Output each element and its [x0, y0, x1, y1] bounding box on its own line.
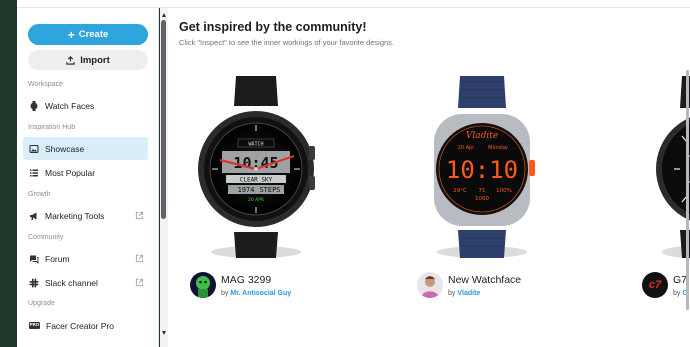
- plus-icon: +: [67, 27, 75, 42]
- avatar[interactable]: [190, 272, 216, 298]
- watch-face-pct: 71: [479, 188, 486, 194]
- watch-face-brand: Vladite: [466, 131, 498, 141]
- megaphone-icon: [29, 211, 39, 221]
- upload-icon: [66, 55, 75, 65]
- watchface-card[interactable]: WATCH 10:45 CLEAR SKY 1974 STEPS 20 APR …: [190, 76, 360, 346]
- sidebar-item-showcase[interactable]: Showcase: [23, 137, 148, 160]
- by-label: by: [673, 289, 681, 297]
- sidebar: + Create Import Workspace Watch Faces In…: [17, 8, 159, 347]
- sidebar-item-label: Marketing Tools: [45, 210, 105, 221]
- watch-face-steps-label: STEPS: [259, 186, 280, 194]
- top-bar: [17, 0, 690, 8]
- sidebar-item-marketing-tools[interactable]: Marketing Tools: [23, 204, 148, 227]
- watch-face-steps-count: 1974: [238, 186, 255, 194]
- create-button[interactable]: + Create: [28, 24, 148, 45]
- watch-preview-image[interactable]: WATCH 10:45 CLEAR SKY 1974 STEPS 20 APR: [196, 76, 316, 262]
- watchface-card[interactable]: Vladite 20 Apr Monday 10:10 29°C 71 100%…: [417, 76, 587, 346]
- sidebar-scrollbar[interactable]: [160, 8, 168, 347]
- watch-face-steps: 1000: [475, 196, 489, 202]
- scroll-up-arrow-icon[interactable]: [162, 13, 166, 17]
- sidebar-item-label: Watch Faces: [45, 100, 95, 111]
- author-line: by Mr. Antisocial Guy: [221, 290, 291, 297]
- avatar-text: c7: [648, 279, 662, 291]
- avatar[interactable]: [417, 272, 443, 298]
- author-link[interactable]: Vladite: [457, 290, 480, 297]
- sidebar-item-slack-channel[interactable]: Slack channel: [23, 271, 148, 294]
- pro-badge: PRO: [28, 322, 41, 329]
- author-link[interactable]: Mr. Antisocial Guy: [230, 290, 291, 297]
- content-scrollbar[interactable]: [685, 70, 690, 346]
- chat-icon: [29, 254, 39, 264]
- watchface-card[interactable]: c7 G7 by G: [642, 76, 690, 346]
- by-label: by: [221, 289, 229, 297]
- import-button[interactable]: Import: [28, 50, 148, 70]
- watchface-name[interactable]: New Watchface: [448, 274, 521, 286]
- section-growth: Growth: [28, 191, 51, 198]
- external-link-icon: [135, 278, 144, 287]
- watch-face-day: Monday: [488, 145, 508, 151]
- create-label: Create: [78, 29, 109, 40]
- section-inspiration-hub: Inspiration Hub: [28, 124, 76, 131]
- sidebar-item-most-popular[interactable]: Most Popular: [23, 161, 148, 184]
- watch-face-temp: 29°C: [453, 188, 467, 194]
- sidebar-item-facer-creator-pro[interactable]: PRO Facer Creator Pro: [23, 314, 148, 337]
- section-workspace: Workspace: [28, 81, 63, 88]
- external-link-icon: [135, 211, 144, 220]
- pro-badge-icon: PRO: [28, 321, 41, 331]
- sidebar-item-watch-faces[interactable]: Watch Faces: [23, 94, 148, 117]
- page-title: Get inspired by the community!: [179, 20, 367, 34]
- section-community: Community: [28, 234, 64, 241]
- sidebar-item-label: Showcase: [45, 143, 85, 154]
- sidebar-item-label: Slack channel: [45, 277, 98, 288]
- scroll-down-arrow-icon[interactable]: [162, 331, 166, 335]
- sidebar-item-label: Facer Creator Pro: [46, 320, 115, 331]
- sidebar-item-forum[interactable]: Forum: [23, 247, 148, 270]
- watch-face-hr: 100%: [496, 188, 512, 194]
- external-link-icon: [135, 254, 144, 263]
- watch-face-weather: CLEAR SKY: [240, 177, 273, 184]
- background-edge: [0, 0, 17, 347]
- by-label: by: [448, 289, 456, 297]
- main-content: Get inspired by the community! Click "In…: [168, 8, 690, 347]
- card-author-row: New Watchface by Vladite: [417, 272, 521, 298]
- author-line: by Vladite: [448, 290, 521, 297]
- page-subtitle: Click "Inspect" to see the inner working…: [179, 38, 395, 47]
- image-icon: [29, 144, 39, 154]
- card-author-row: MAG 3299 by Mr. Antisocial Guy: [190, 272, 291, 298]
- watch-face-date: 20 Apr: [458, 145, 476, 151]
- sidebar-item-label: Most Popular: [45, 167, 96, 178]
- scrollbar-thumb[interactable]: [161, 20, 166, 219]
- watch-face-time: 10:10: [446, 156, 518, 184]
- slack-icon: [29, 278, 39, 288]
- import-label: Import: [80, 54, 110, 66]
- avatar[interactable]: c7: [642, 272, 668, 298]
- section-upgrade: Upgrade: [28, 300, 55, 307]
- watch-face-date: 20 APR: [248, 197, 264, 203]
- watchface-name[interactable]: MAG 3299: [221, 274, 291, 286]
- card-author-row: c7 G7 by G: [642, 272, 688, 298]
- watch-preview-image[interactable]: Vladite 20 Apr Monday 10:10 29°C 71 100%…: [422, 76, 542, 262]
- sidebar-item-label: Forum: [45, 253, 70, 264]
- watch-face-top-text: WATCH: [248, 142, 263, 148]
- watch-icon: [29, 100, 39, 111]
- scrollbar-thumb[interactable]: [686, 70, 689, 310]
- list-icon: [29, 168, 39, 178]
